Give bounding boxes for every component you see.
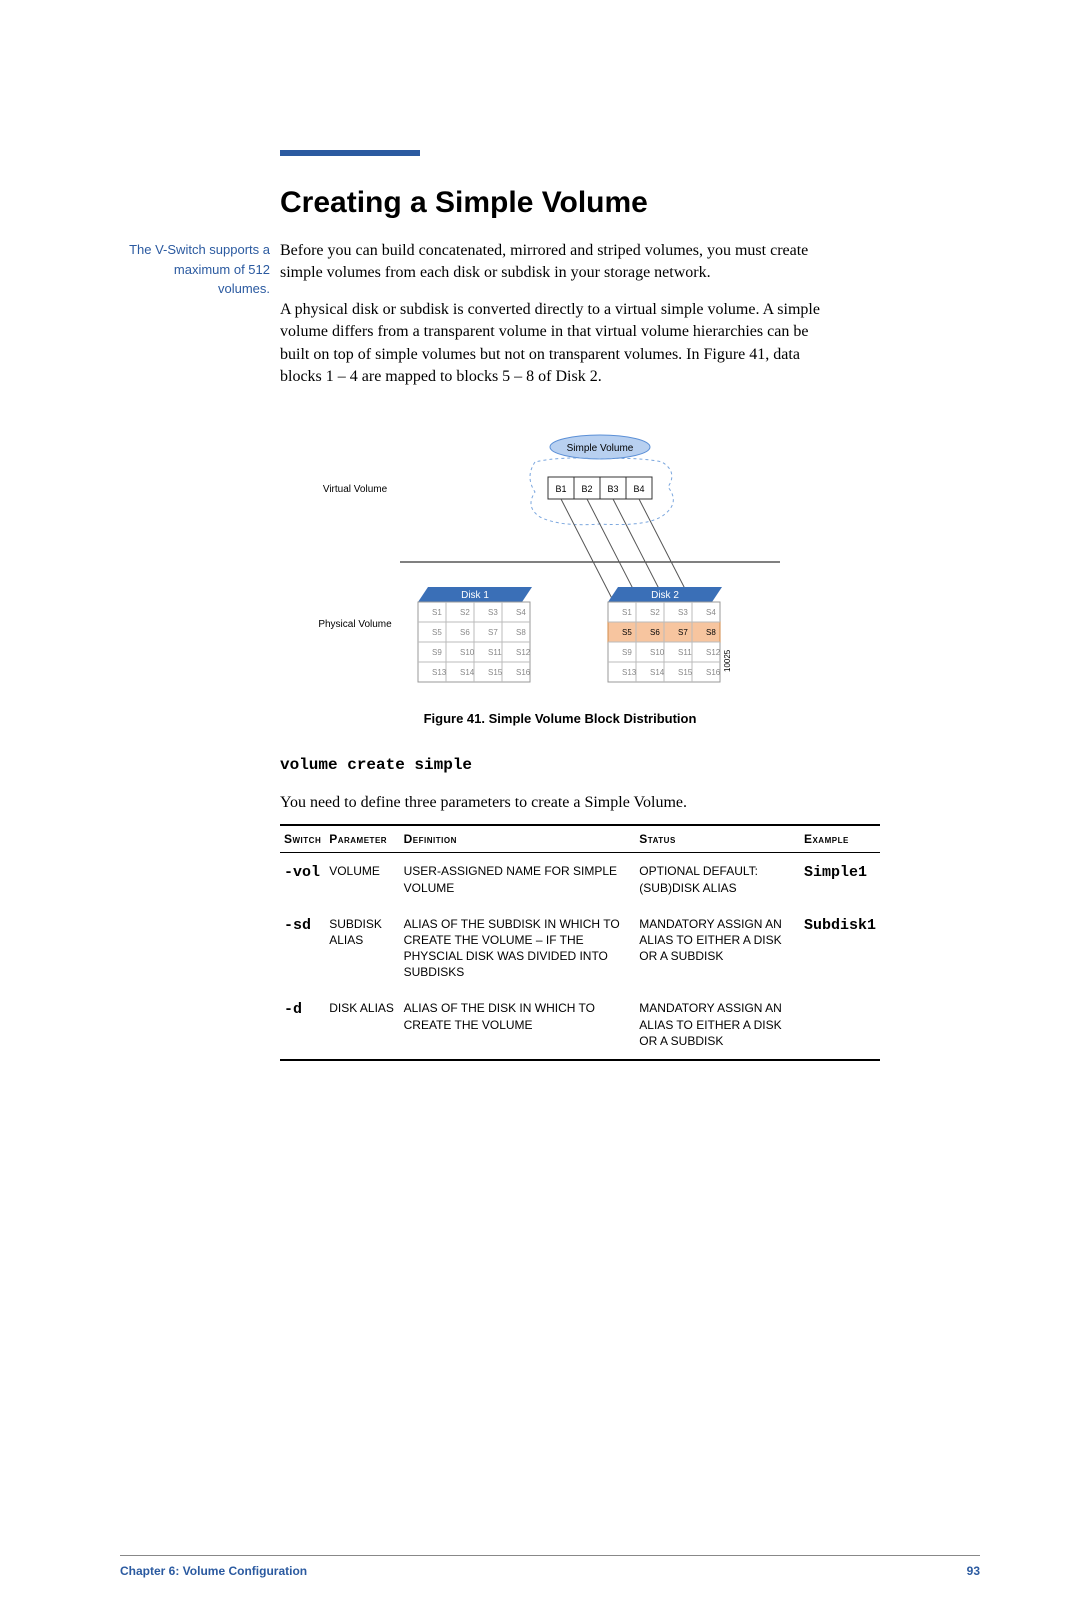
disk1-label: Disk 1 <box>461 590 489 601</box>
block-b4: B4 <box>633 484 644 494</box>
svg-text:S8: S8 <box>706 628 716 637</box>
parameter-table: Switch Parameter Definition Status Examp… <box>280 824 880 1061</box>
svg-text:S5: S5 <box>432 628 442 637</box>
cell-example <box>800 990 880 1060</box>
svg-text:S9: S9 <box>432 648 442 657</box>
svg-text:S13: S13 <box>432 668 447 677</box>
simple-volume-label: Simple Volume <box>567 443 634 454</box>
simple-volume-diagram: Virtual Volume Simple Volume B1 B2 B3 B4 <box>300 432 820 692</box>
table-row: -d DISK ALIAS ALIAS OF THE DISK IN WHICH… <box>280 990 880 1060</box>
page: Creating a Simple Volume The V-Switch su… <box>0 0 1080 1618</box>
svg-text:S11: S11 <box>488 648 502 657</box>
cell-status: MANDATORY ASSIGN AN ALIAS TO EITHER A DI… <box>635 906 800 991</box>
table-row: -sd SUBDISK ALIAS ALIAS OF THE SUBDISK I… <box>280 906 880 991</box>
cell-def: ALIAS OF THE DISK IN WHICH TO CREATE THE… <box>400 990 636 1060</box>
svg-text:S2: S2 <box>460 608 470 617</box>
body-text: Before you can build concatenated, mirro… <box>280 240 840 402</box>
figure-diagram: Virtual Volume Simple Volume B1 B2 B3 B4 <box>280 432 840 726</box>
svg-text:S1: S1 <box>432 608 442 617</box>
figure-caption: Figure 41. Simple Volume Block Distribut… <box>280 711 840 726</box>
cell-switch: -d <box>280 990 325 1060</box>
table-header-row: Switch Parameter Definition Status Examp… <box>280 825 880 853</box>
paragraph-2: A physical disk or subdisk is converted … <box>280 299 840 389</box>
cell-param: SUBDISK ALIAS <box>325 906 399 991</box>
disk1-grid: S1 S2 S3 S4 S5 S6 S7 S8 S9 S10 S11 S12 S13 S14 S15 S… <box>418 602 531 682</box>
cell-status: OPTIONAL DEFAULT: (SUB)DISK ALIAS <box>635 853 800 906</box>
block-b3: B3 <box>607 484 618 494</box>
figure-id: 10025 <box>723 650 732 673</box>
cell-param: VOLUME <box>325 853 399 906</box>
svg-text:S4: S4 <box>516 608 526 617</box>
footer-chapter: Chapter 6: Volume Configuration <box>120 1564 307 1578</box>
svg-text:S10: S10 <box>650 648 665 657</box>
svg-text:S10: S10 <box>460 648 475 657</box>
cell-status: MANDATORY ASSIGN AN ALIAS TO EITHER A DI… <box>635 990 800 1060</box>
svg-text:S1: S1 <box>622 608 632 617</box>
svg-text:S6: S6 <box>650 628 660 637</box>
table-row: -vol VOLUME USER-ASSIGNED NAME FOR SIMPL… <box>280 853 880 906</box>
col-parameter: Parameter <box>325 825 399 853</box>
accent-bar <box>280 150 420 156</box>
physical-volume-label: Physical Volume <box>318 619 392 630</box>
cell-switch: -sd <box>280 906 325 991</box>
svg-text:S7: S7 <box>488 628 498 637</box>
intro-row: The V-Switch supports a maximum of 512 v… <box>120 240 980 402</box>
svg-text:S14: S14 <box>460 668 475 677</box>
svg-text:S13: S13 <box>622 668 637 677</box>
footer-page-number: 93 <box>967 1564 980 1578</box>
svg-text:S16: S16 <box>706 668 721 677</box>
command-text: volume create simple <box>280 756 980 774</box>
svg-text:S3: S3 <box>678 608 688 617</box>
svg-text:S12: S12 <box>706 648 721 657</box>
virtual-block-row: B1 B2 B3 B4 <box>548 477 652 499</box>
svg-text:S12: S12 <box>516 648 531 657</box>
disk2-label: Disk 2 <box>651 590 679 601</box>
svg-text:S14: S14 <box>650 668 665 677</box>
page-title: Creating a Simple Volume <box>280 186 980 220</box>
svg-text:S3: S3 <box>488 608 498 617</box>
col-status: Status <box>635 825 800 853</box>
block-b2: B2 <box>581 484 592 494</box>
svg-text:S8: S8 <box>516 628 526 637</box>
col-definition: Definition <box>400 825 636 853</box>
block-b1: B1 <box>555 484 566 494</box>
cell-example: Simple1 <box>800 853 880 906</box>
svg-text:S4: S4 <box>706 608 716 617</box>
col-example: Example <box>800 825 880 853</box>
svg-text:S15: S15 <box>488 668 503 677</box>
col-switch: Switch <box>280 825 325 853</box>
table-lead-in: You need to define three parameters to c… <box>280 794 980 812</box>
disk2-grid: S1 S2 S3 S4 S5 S6 S7 S8 S9 S10 S11 S12 S13 S14 S15 S… <box>608 602 721 682</box>
cell-def: USER-ASSIGNED NAME FOR SIMPLE VOLUME <box>400 853 636 906</box>
svg-text:S6: S6 <box>460 628 470 637</box>
svg-text:S2: S2 <box>650 608 660 617</box>
cell-switch: -vol <box>280 853 325 906</box>
svg-text:S5: S5 <box>622 628 632 637</box>
cell-def: ALIAS OF THE SUBDISK IN WHICH TO CREATE … <box>400 906 636 991</box>
svg-text:S16: S16 <box>516 668 531 677</box>
svg-text:S15: S15 <box>678 668 693 677</box>
svg-text:S9: S9 <box>622 648 632 657</box>
cell-param: DISK ALIAS <box>325 990 399 1060</box>
page-footer: Chapter 6: Volume Configuration 93 <box>120 1555 980 1578</box>
svg-text:S7: S7 <box>678 628 688 637</box>
svg-text:S11: S11 <box>678 648 692 657</box>
cell-example: Subdisk1 <box>800 906 880 991</box>
virtual-volume-label: Virtual Volume <box>323 484 388 495</box>
margin-note: The V-Switch supports a maximum of 512 v… <box>120 240 280 299</box>
paragraph-1: Before you can build concatenated, mirro… <box>280 240 840 285</box>
